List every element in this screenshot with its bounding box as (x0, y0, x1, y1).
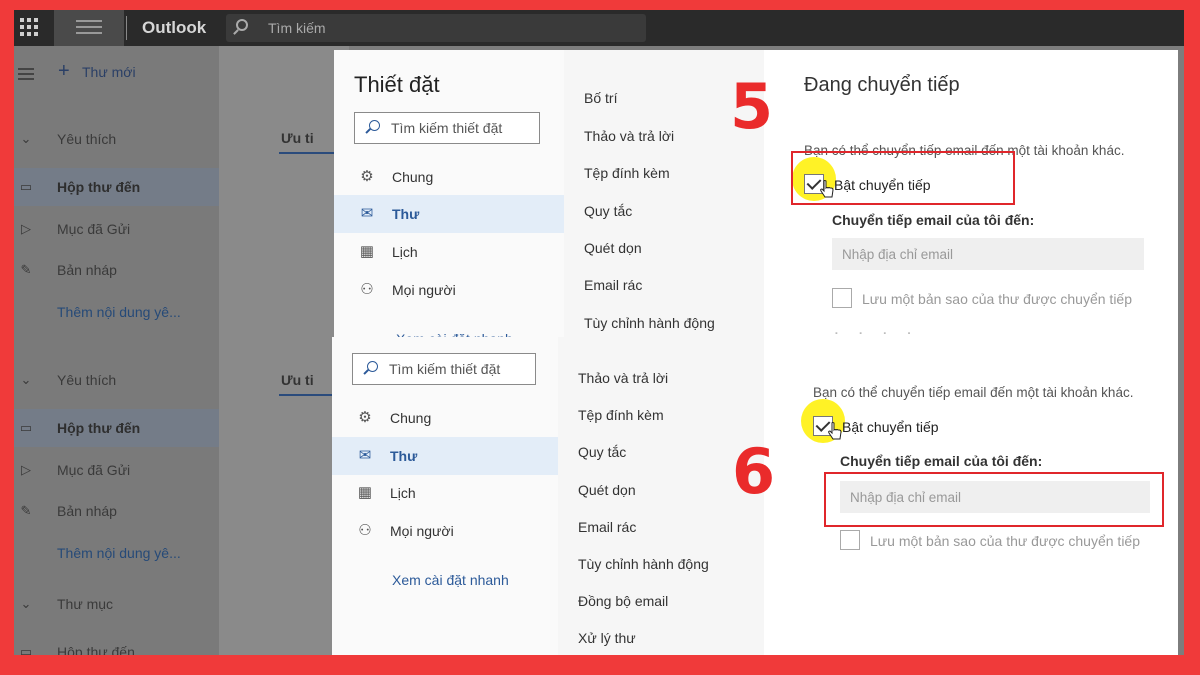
option-layout[interactable]: Bố trí (584, 90, 617, 106)
category-calendar[interactable]: ▦ Lịch (332, 474, 558, 512)
folder-sent[interactable]: ▷ Mục đã Gửi (14, 451, 219, 489)
calendar-icon: ▦ (359, 243, 375, 260)
message-list: Ưu ti Ưu ti (219, 46, 349, 655)
option-customize-actions[interactable]: Tùy chỉnh hành động (584, 315, 715, 331)
screenshot-frame: Outlook Tìm kiếm + Thư mới ⌄ Yêu thích ▭… (14, 10, 1184, 655)
send-icon: ▷ (21, 221, 31, 236)
chevron-down-icon: ⌄ (20, 596, 32, 611)
category-mail[interactable]: ✉ Thư (332, 437, 558, 475)
tab-focused[interactable]: Ưu ti (281, 130, 314, 146)
org-logo (54, 10, 124, 46)
search-icon (367, 361, 378, 372)
truncated-heading: ˙ ˙ ˙ ˙ (834, 330, 919, 337)
tab-underline (279, 394, 339, 396)
settings-categories: Tìm kiếm thiết đặt ⚙ Chung ✉ Thư ▦ Lịch … (332, 337, 558, 655)
folder-inbox[interactable]: ▭ Hộp thư đến (14, 409, 219, 447)
category-people[interactable]: ⚇ Mọi người (334, 271, 564, 309)
app-launcher-icon[interactable] (18, 16, 40, 38)
folder-inbox[interactable]: ▭ Hộp thư đến (14, 168, 219, 206)
hamburger-icon[interactable] (18, 68, 34, 70)
option-rules[interactable]: Quy tắc (584, 203, 632, 219)
option-compose[interactable]: Thảo và trả lời (578, 370, 668, 386)
forward-to-label: Chuyển tiếp email của tôi đến: (840, 453, 1043, 469)
option-sync-email[interactable]: Đồng bộ email (578, 593, 668, 609)
global-search[interactable]: Tìm kiếm (226, 14, 646, 42)
mail-icon: ✉ (358, 447, 372, 464)
tab-focused[interactable]: Ưu ti (281, 372, 314, 388)
settings-search-input[interactable]: Tìm kiếm thiết đặt (354, 112, 540, 144)
search-icon (369, 120, 380, 131)
option-customize-actions[interactable]: Tùy chỉnh hành động (578, 556, 709, 572)
folder-drafts[interactable]: ✎ Bản nháp (14, 492, 219, 530)
divider (126, 16, 127, 40)
settings-panel-step-6: Tìm kiếm thiết đặt ⚙ Chung ✉ Thư ▦ Lịch … (332, 337, 1178, 655)
folder-pane: + Thư mới ⌄ Yêu thích ▭ Hộp thư đến ▷ Mụ… (14, 46, 219, 655)
keep-copy-label: Lưu một bản sao của thư được chuyển tiếp (870, 533, 1141, 549)
people-icon: ⚇ (358, 522, 372, 539)
folder-sent[interactable]: ▷ Mục đã Gửi (14, 210, 219, 248)
keep-copy-label: Lưu một bản sao của thư được chuyển tiếp (862, 291, 1133, 307)
gear-icon: ⚙ (360, 168, 374, 185)
category-general[interactable]: ⚙ Chung (332, 399, 558, 437)
forwarding-description: Bạn có thể chuyển tiếp email đến một tài… (813, 385, 1134, 400)
enable-forwarding-label: Bật chuyển tiếp (842, 419, 939, 435)
add-favorite-link[interactable]: Thêm nội dung yê... (14, 534, 219, 572)
top-bar: Outlook Tìm kiếm (14, 10, 1184, 46)
chevron-down-icon: ⌄ (20, 131, 32, 146)
gear-icon: ⚙ (358, 409, 372, 426)
tab-underline (279, 152, 339, 154)
search-icon (236, 19, 248, 31)
inbox-icon: ▭ (19, 420, 33, 435)
chevron-down-icon: ⌄ (20, 372, 32, 387)
option-sweep[interactable]: Quét dọn (584, 240, 642, 256)
option-junk[interactable]: Email rác (578, 519, 636, 535)
step-6-number: 6 (732, 435, 776, 508)
settings-categories: Thiết đặt Tìm kiếm thiết đặt ⚙ Chung ✉ T… (334, 50, 564, 337)
pencil-icon: ✎ (20, 503, 32, 518)
favorites-header[interactable]: ⌄ Yêu thích (14, 361, 219, 399)
forward-to-label: Chuyển tiếp email của tôi đến: (832, 212, 1035, 228)
mail-icon: ✉ (360, 205, 374, 222)
add-favorite-link[interactable]: Thêm nội dung yê... (14, 293, 219, 331)
keep-copy-checkbox[interactable] (832, 288, 852, 308)
category-people[interactable]: ⚇ Mọi người (332, 512, 558, 550)
settings-title: Thiết đặt (354, 72, 440, 97)
hand-cursor-icon (828, 422, 842, 440)
step-5-highlight-box (791, 151, 1015, 205)
folder-inbox[interactable]: ▭ Hộp thư đến (14, 633, 219, 655)
option-compose[interactable]: Thảo và trả lời (584, 128, 674, 144)
app-title: Outlook (142, 18, 207, 37)
category-general[interactable]: ⚙ Chung (334, 158, 564, 196)
new-mail-button[interactable]: Thư mới (82, 64, 136, 80)
calendar-icon: ▦ (357, 484, 373, 501)
category-calendar[interactable]: ▦ Lịch (334, 233, 564, 271)
step-5-number: 5 (730, 70, 774, 143)
pencil-icon: ✎ (20, 262, 32, 277)
option-message-handling[interactable]: Xử lý thư (578, 630, 636, 646)
quick-settings-link[interactable]: Xem cài đặt nhanh (392, 572, 509, 588)
step-6-highlight-box (824, 472, 1164, 527)
option-attachments[interactable]: Tệp đính kèm (584, 165, 670, 181)
option-attachments[interactable]: Tệp đính kèm (578, 407, 664, 423)
favorites-header[interactable]: ⌄ Yêu thích (14, 120, 219, 158)
people-icon: ⚇ (360, 281, 374, 298)
option-junk[interactable]: Email rác (584, 277, 642, 293)
forwarding-title: Đang chuyển tiếp (804, 74, 960, 96)
folders-header[interactable]: ⌄ Thư mục (14, 585, 219, 623)
plus-icon: + (58, 60, 70, 82)
inbox-icon: ▭ (19, 179, 33, 194)
inbox-icon: ▭ (19, 644, 33, 655)
send-icon: ▷ (21, 462, 31, 477)
forward-email-input[interactable] (832, 238, 1144, 270)
category-mail[interactable]: ✉ Thư (334, 195, 564, 233)
option-sweep[interactable]: Quét dọn (578, 482, 636, 498)
search-placeholder: Tìm kiếm (268, 20, 326, 36)
folder-drafts[interactable]: ✎ Bản nháp (14, 251, 219, 289)
keep-copy-checkbox[interactable] (840, 530, 860, 550)
option-rules[interactable]: Quy tắc (578, 444, 626, 460)
settings-panel-step-5: Thiết đặt Tìm kiếm thiết đặt ⚙ Chung ✉ T… (334, 50, 1178, 337)
settings-search-input[interactable]: Tìm kiếm thiết đặt (352, 353, 536, 385)
